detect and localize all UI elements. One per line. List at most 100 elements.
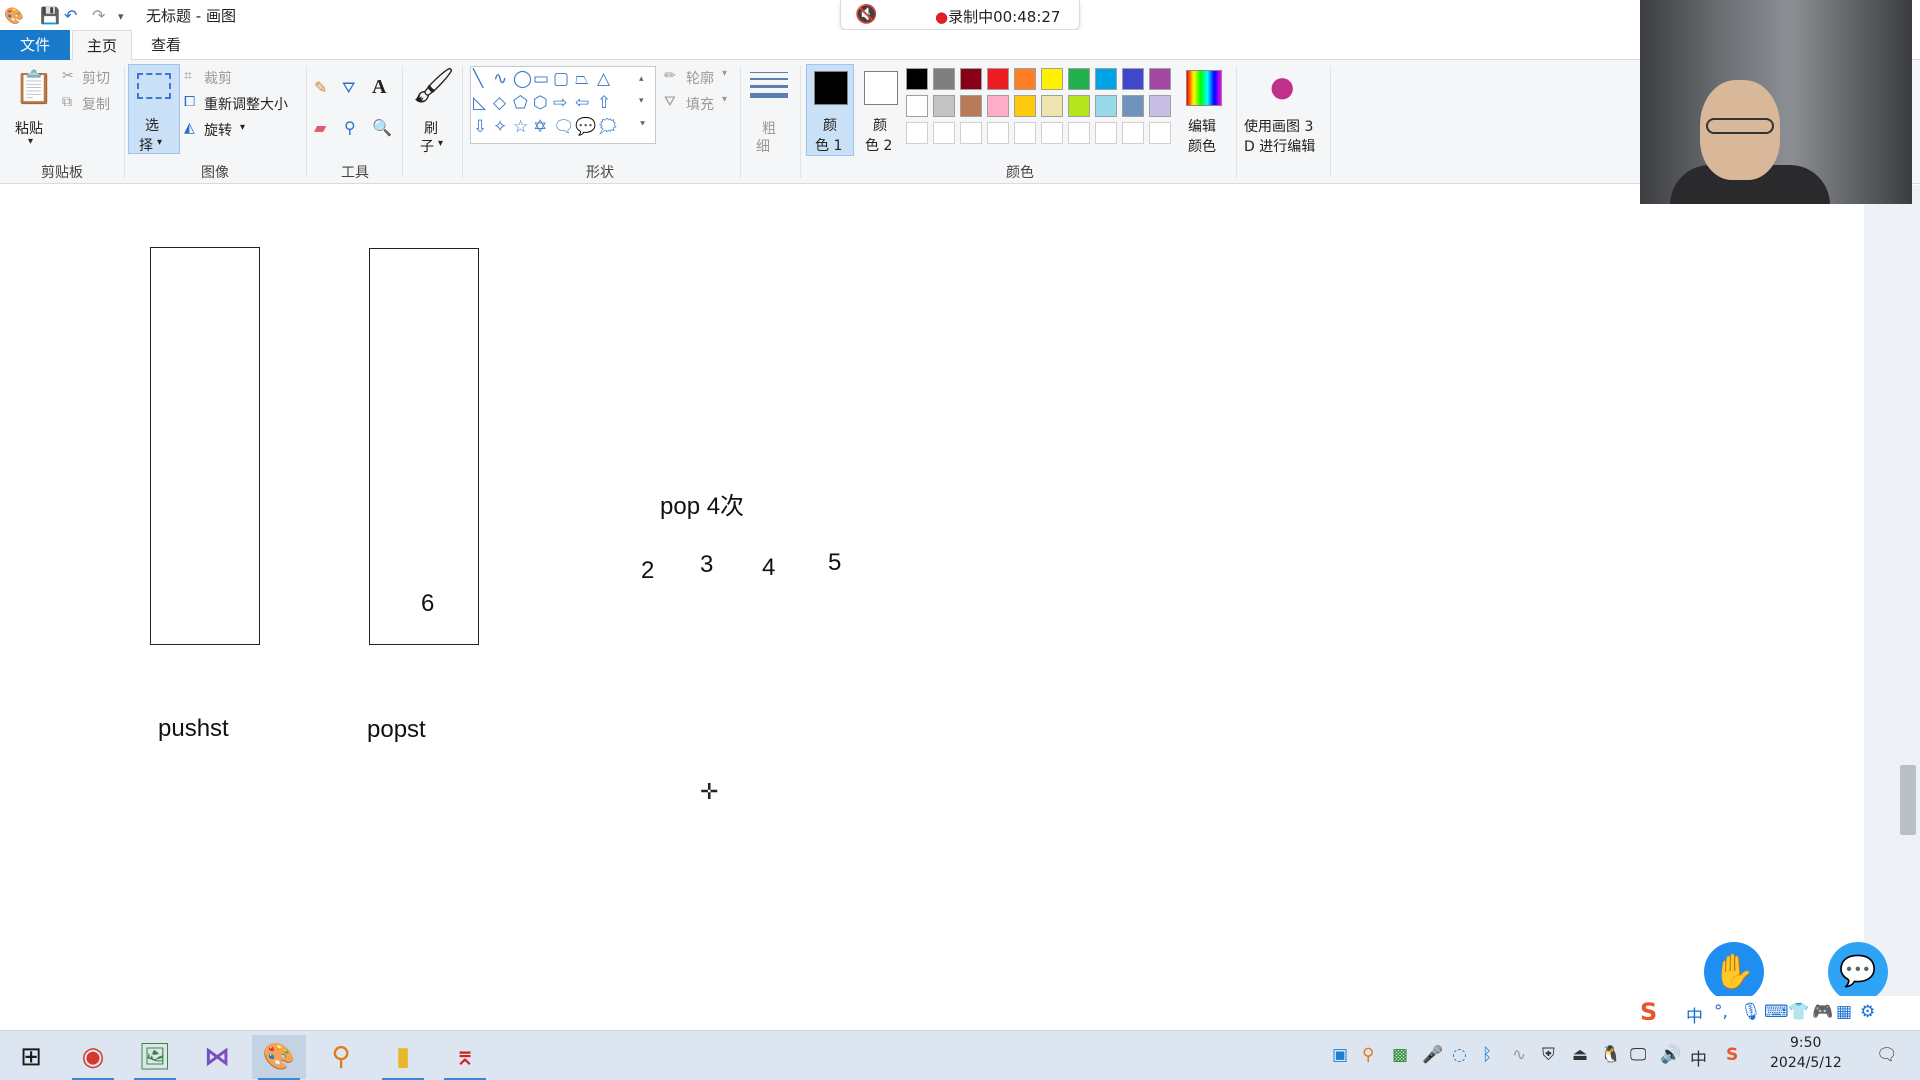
palette-swatch[interactable]	[1068, 122, 1090, 144]
paint-app-taskbar-icon[interactable]: 🖼	[128, 1035, 182, 1080]
wave-icon[interactable]: ∿	[1512, 1045, 1526, 1065]
palette-swatch[interactable]	[987, 95, 1009, 117]
eraser-icon[interactable]: ▰	[314, 118, 326, 137]
scrollbar-thumb[interactable]	[1900, 765, 1916, 835]
curve-shape-icon[interactable]: ∿	[493, 69, 507, 89]
palette-swatch[interactable]	[1122, 68, 1144, 90]
nvidia-icon[interactable]: ▩	[1392, 1045, 1408, 1065]
game-icon[interactable]: 🎮	[1812, 1002, 1833, 1022]
diamond-shape-icon[interactable]: ◇	[493, 93, 506, 113]
palette-swatch[interactable]	[1014, 95, 1036, 117]
right-arrow-shape-icon[interactable]: ⇨	[553, 93, 567, 113]
brushes-button[interactable]: 🖌 刷 子 ▾	[408, 66, 458, 156]
fill-button[interactable]: ⛛ 填充 ▾	[664, 94, 734, 114]
shapes-gallery[interactable]: ╲ ∿ ◯ ▭ ▢ ⏢ △ ◺ ◇ ⬠ ⬡ ⇨ ⇦ ⇧ ⇩ ✧ ☆ ✡ 🗨 💬 …	[470, 66, 656, 144]
customize-quick-access-icon[interactable]: ▾	[118, 10, 124, 23]
scroll-down-icon[interactable]: ▾	[639, 91, 644, 111]
six-point-star-shape-icon[interactable]: ✡	[533, 117, 547, 137]
paint-active-icon[interactable]: 🎨	[252, 1035, 306, 1080]
edit-colors-button[interactable]: 编辑 颜色	[1182, 66, 1230, 156]
shield-icon[interactable]: ⛨	[1542, 1045, 1555, 1065]
resize-button[interactable]: ⧠ 重新调整大小	[184, 94, 304, 114]
tab-home[interactable]: 主页	[72, 30, 132, 60]
palette-swatch[interactable]	[1095, 68, 1117, 90]
color-picker-icon[interactable]: ⚲	[344, 118, 356, 137]
drawing-canvas[interactable]: 6 pushst popst pop 4次 2 3 4 5 ✛	[0, 185, 1864, 1030]
pentagon-shape-icon[interactable]: ⬠	[513, 93, 528, 113]
rotate-button[interactable]: ◭ 旋转 ▾	[184, 120, 254, 140]
color2-button[interactable]: 颜 色 2	[856, 64, 904, 156]
palette-swatch[interactable]	[960, 122, 982, 144]
text-tool-icon[interactable]: A	[372, 76, 386, 99]
down-arrow-shape-icon[interactable]: ⇩	[473, 117, 487, 137]
clock-date[interactable]: 2024/5/12	[1770, 1055, 1842, 1071]
chat-button[interactable]: 💬	[1828, 942, 1888, 1002]
paint3d-button[interactable]: ● 使用画图 3 D 进行编辑	[1240, 66, 1330, 156]
right-triangle-shape-icon[interactable]: ◺	[473, 93, 486, 113]
skin-icon[interactable]: 👕	[1788, 1002, 1809, 1022]
expand-gallery-icon[interactable]: ⯆	[639, 115, 646, 135]
palette-swatch[interactable]	[933, 68, 955, 90]
clock-time[interactable]: 9:50	[1790, 1035, 1821, 1051]
palette-swatch[interactable]	[1095, 122, 1117, 144]
palette-swatch[interactable]	[1014, 68, 1036, 90]
volume-icon[interactable]: 🔊	[1660, 1045, 1681, 1065]
windows-start-icon[interactable]: ⊞	[4, 1035, 58, 1079]
qq-icon[interactable]: 🐧	[1600, 1045, 1621, 1065]
settings-icon[interactable]: ⚙	[1860, 1002, 1875, 1022]
raise-hand-button[interactable]: ✋	[1704, 942, 1764, 1002]
rectangle-shape-icon[interactable]: ▭	[533, 69, 549, 89]
palette-swatch[interactable]	[987, 68, 1009, 90]
fill-bucket-icon[interactable]: ⛛	[342, 78, 355, 98]
palette-swatch[interactable]	[933, 122, 955, 144]
tab-view[interactable]: 查看	[136, 30, 196, 60]
ime-language[interactable]: 中	[1686, 1002, 1703, 1027]
five-point-star-shape-icon[interactable]: ☆	[513, 117, 528, 137]
palette-swatch[interactable]	[1068, 68, 1090, 90]
line-shape-icon[interactable]: ╲	[473, 69, 483, 89]
four-point-star-shape-icon[interactable]: ✧	[493, 117, 507, 137]
pencil-icon[interactable]: ✎	[314, 78, 327, 97]
magnifier-icon[interactable]: 🔍	[372, 118, 392, 137]
sogou-tray-icon[interactable]: S	[1726, 1045, 1738, 1065]
cut-button[interactable]: ✂ 剪切	[62, 68, 122, 88]
palette-swatch[interactable]	[1149, 95, 1171, 117]
palette-swatch[interactable]	[960, 95, 982, 117]
palette-swatch[interactable]	[1014, 122, 1036, 144]
chrome-icon[interactable]: ◉	[66, 1035, 120, 1080]
up-arrow-shape-icon[interactable]: ⇧	[597, 93, 611, 113]
save-icon[interactable]: 💾	[40, 6, 60, 25]
tray-search-icon[interactable]: ⚲	[1362, 1045, 1374, 1065]
size-button[interactable]: 粗 细	[746, 66, 792, 156]
callout-cloud-shape-icon[interactable]: 🗯	[597, 117, 619, 137]
select-button[interactable]: 选 择 ▾	[128, 64, 180, 154]
palette-swatch[interactable]	[1068, 95, 1090, 117]
punctuation-icon[interactable]: °,	[1714, 1002, 1728, 1022]
palette-swatch[interactable]	[987, 122, 1009, 144]
callout-oval-shape-icon[interactable]: 💬	[575, 117, 596, 137]
palette-swatch[interactable]	[1041, 68, 1063, 90]
palette-swatch[interactable]	[906, 68, 928, 90]
color1-button[interactable]: 颜 色 1	[806, 64, 854, 156]
visual-studio-icon[interactable]: ⋈	[190, 1035, 244, 1079]
palette-swatch[interactable]	[1122, 95, 1144, 117]
palette-swatch[interactable]	[906, 95, 928, 117]
input-method-icon[interactable]: 中	[1690, 1045, 1707, 1070]
palette-swatch[interactable]	[1041, 95, 1063, 117]
pdf-reader-icon[interactable]: ⌆	[438, 1035, 492, 1080]
toolbox-icon[interactable]: ▦	[1836, 1002, 1852, 1022]
keyboard-icon[interactable]: ⌨	[1764, 1002, 1789, 1022]
tray-app-icon[interactable]: ▣	[1332, 1045, 1348, 1065]
tab-file[interactable]: 文件	[0, 30, 70, 60]
outline-button[interactable]: ✏ 轮廓 ▾	[664, 68, 734, 88]
copy-button[interactable]: ⧉ 复制	[62, 94, 122, 114]
oval-shape-icon[interactable]: ◯	[513, 69, 532, 89]
paste-button[interactable]: 📋 粘贴 ▾	[8, 66, 56, 156]
search-tool-icon[interactable]: ⚲	[314, 1035, 368, 1079]
palette-swatch[interactable]	[933, 95, 955, 117]
palette-swatch[interactable]	[1149, 68, 1171, 90]
bluetooth-icon[interactable]: ᛒ	[1482, 1045, 1492, 1065]
polygon-shape-icon[interactable]: ⏢	[575, 69, 589, 89]
triangle-shape-icon[interactable]: △	[597, 69, 610, 89]
file-explorer-icon[interactable]: ▮	[376, 1035, 430, 1080]
